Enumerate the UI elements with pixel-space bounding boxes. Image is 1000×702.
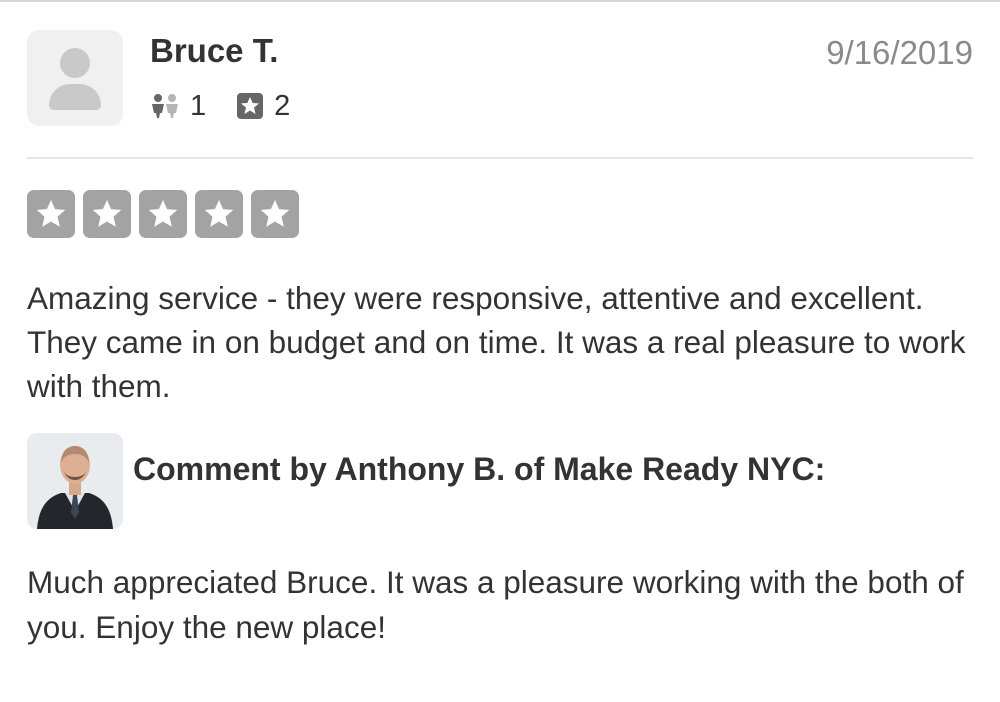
reviews-count: 2 <box>274 89 291 122</box>
review-date: 9/16/2019 <box>826 34 973 71</box>
star-icon <box>92 199 122 227</box>
star-3 <box>139 190 187 238</box>
star-rating <box>27 190 307 238</box>
star-1 <box>27 190 75 238</box>
user-name[interactable]: Bruce T. <box>150 32 278 70</box>
top-border <box>0 0 1000 2</box>
avatar-placeholder-head <box>60 48 90 78</box>
star-2 <box>83 190 131 238</box>
reviews-stat: 2 <box>236 90 290 123</box>
star-icon <box>260 199 290 227</box>
friends-icon <box>152 94 178 118</box>
star-4 <box>195 190 243 238</box>
business-comment-text: Much appreciated Bruce. It was a pleasur… <box>27 564 964 645</box>
review-text: Amazing service - they were responsive, … <box>27 280 966 404</box>
star-5 <box>251 190 299 238</box>
star-icon <box>148 199 178 227</box>
friends-count: 1 <box>190 89 207 122</box>
user-stats: 1 2 <box>150 88 320 124</box>
star-icon <box>36 199 66 227</box>
friends-stat: 1 <box>150 90 206 123</box>
business-owner-photo[interactable] <box>27 433 123 529</box>
star-icon <box>204 199 234 227</box>
header-divider <box>27 157 973 159</box>
avatar-placeholder-body <box>49 84 101 110</box>
review-star-icon <box>237 93 264 119</box>
user-avatar[interactable] <box>27 30 123 126</box>
business-comment-header: Comment by Anthony B. of Make Ready NYC: <box>133 451 826 487</box>
owner-portrait-icon <box>27 433 123 529</box>
